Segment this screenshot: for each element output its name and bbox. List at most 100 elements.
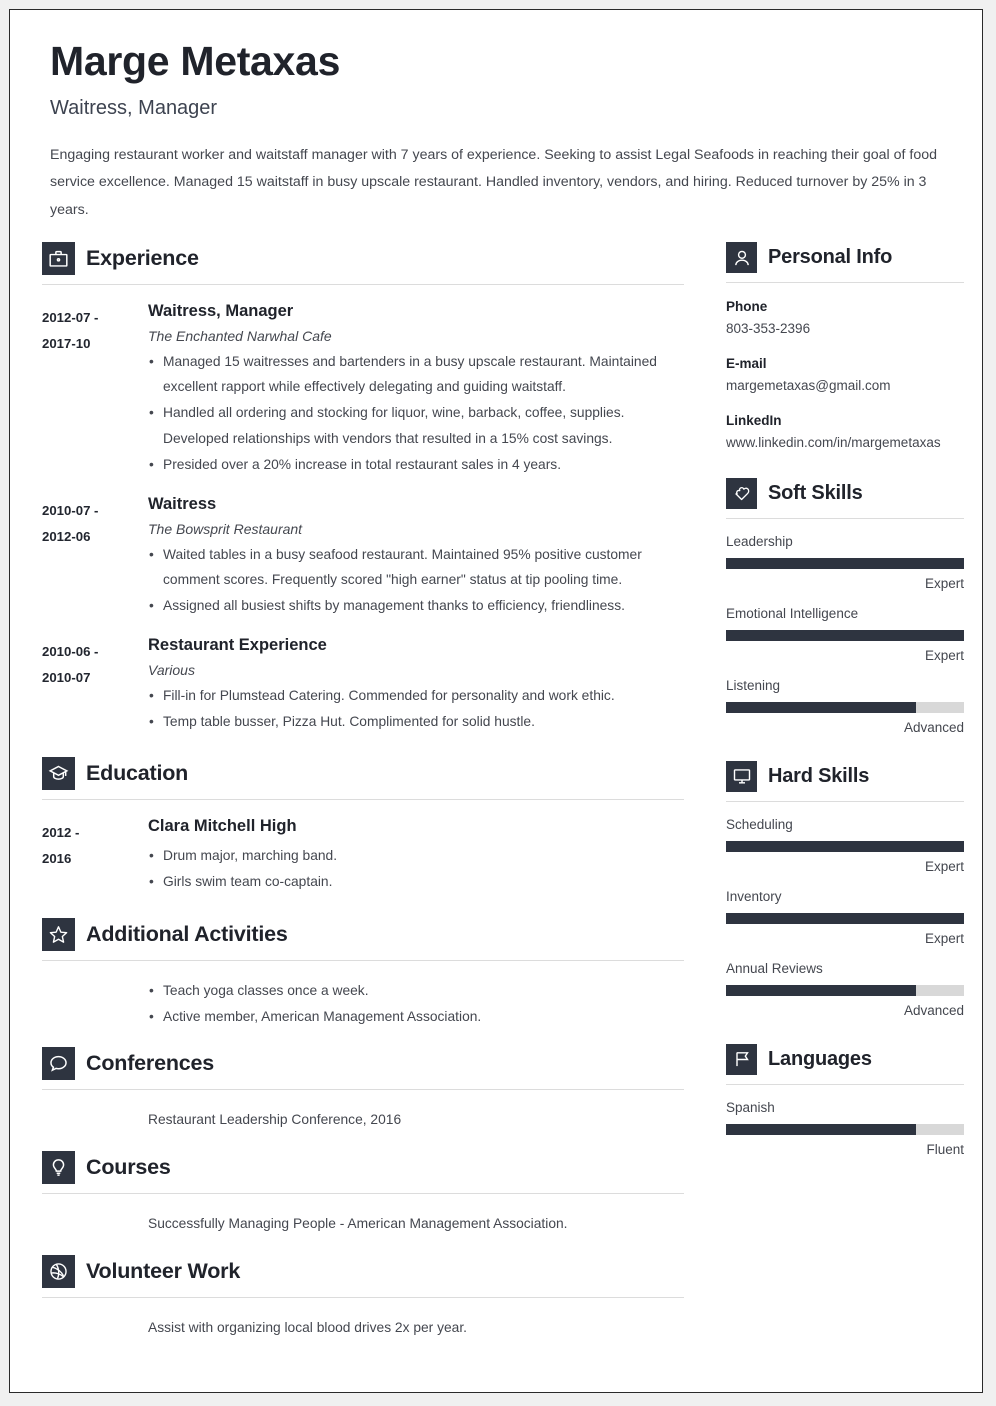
person-icon <box>726 242 757 274</box>
skill-item: Annual Reviews Advanced <box>726 961 964 1018</box>
course-line: Successfully Managing People - American … <box>148 1215 568 1231</box>
section-title: Additional Activities <box>86 921 288 946</box>
section-experience: Experience 2012-07 - 2017-10 Waitress, M… <box>42 242 684 735</box>
list-item: Waited tables in a busy seafood restaura… <box>148 542 684 592</box>
entry-dates: 2010-06 - 2010-07 <box>42 636 148 735</box>
puzzle-heart-icon <box>726 477 757 509</box>
entry-school: Clara Mitchell High <box>148 817 297 836</box>
section-title: Volunteer Work <box>86 1259 241 1284</box>
section-conferences: Conferences Restaurant Leadership Confer… <box>42 1046 684 1132</box>
skill-bar-fill <box>726 912 964 924</box>
list-item: Assigned all busiest shifts by managemen… <box>148 593 684 618</box>
skill-level: Expert <box>924 930 964 946</box>
job-title: Waitress, Manager <box>50 97 218 120</box>
list-item: Managed 15 waitresses and bartenders in … <box>148 349 684 399</box>
list-item: Presided over a 20% increase in total re… <box>148 452 684 477</box>
skill-level: Advanced <box>903 719 964 735</box>
info-field-email: E-mail margemetaxas@gmail.com <box>726 356 964 397</box>
date-end: 2010-07 <box>42 669 91 685</box>
basketball-icon <box>42 1255 75 1289</box>
section-divider <box>726 282 964 284</box>
right-column: Personal Info Phone 803-353-2396 E-mail … <box>726 238 964 1157</box>
section-title: Personal Info <box>768 246 893 269</box>
courses-entry: Successfully Managing People - American … <box>42 1211 684 1236</box>
section-header: Volunteer Work <box>42 1255 684 1289</box>
entry-bullets: Fill-in for Plumstead Catering. Commende… <box>148 683 684 734</box>
section-title: Languages <box>768 1047 872 1070</box>
monitor-icon <box>726 760 757 792</box>
section-title: Soft Skills <box>768 481 863 504</box>
list-item: Drum major, marching band. <box>148 843 684 868</box>
section-divider <box>42 799 684 801</box>
info-field-phone: Phone 803-353-2396 <box>726 299 964 340</box>
experience-entry: 2010-07 - 2012-06 Waitress The Bowsprit … <box>42 495 684 619</box>
section-volunteer-work: Volunteer Work Assist with organizing lo… <box>42 1255 684 1340</box>
skill-bar-fill <box>726 1123 917 1135</box>
section-title: Conferences <box>86 1050 215 1075</box>
left-column: Experience 2012-07 - 2017-10 Waitress, M… <box>42 238 684 1340</box>
lightbulb-icon <box>42 1150 75 1184</box>
date-start: 2012-07 - <box>42 310 99 326</box>
entry-role: Waitress, Manager <box>148 302 294 321</box>
skill-name: Leadership <box>726 533 793 549</box>
section-header: Languages <box>726 1043 964 1075</box>
page-title: Marge Metaxas <box>50 38 341 84</box>
skill-bar-track <box>726 912 964 924</box>
section-title: Courses <box>86 1154 171 1179</box>
entry-role: Waitress <box>148 494 217 513</box>
skill-item: Inventory Expert <box>726 889 964 946</box>
graduation-cap-icon <box>42 757 75 791</box>
entry-dates: 2012-07 - 2017-10 <box>42 302 148 478</box>
info-value: 803-353-2396 <box>726 321 811 337</box>
skill-name: Listening <box>726 677 781 693</box>
info-label: Phone <box>726 299 768 315</box>
skill-level: Expert <box>924 575 964 591</box>
skill-bar-fill <box>726 629 964 641</box>
section-header: Soft Skills <box>726 477 964 509</box>
entry-organization: Various <box>148 662 195 679</box>
entry-role: Restaurant Experience <box>148 636 327 655</box>
section-title: Education <box>86 761 189 786</box>
skill-name: Scheduling <box>726 816 793 832</box>
skill-bar-track <box>726 557 964 569</box>
skill-bar-fill <box>726 557 964 569</box>
skill-bar-fill <box>726 984 917 996</box>
date-end: 2017-10 <box>42 336 91 351</box>
skill-item: Scheduling Expert <box>726 817 964 874</box>
skill-item: Emotional Intelligence Expert <box>726 606 964 663</box>
skill-bar-track <box>726 701 964 713</box>
section-header: Hard Skills <box>726 760 964 792</box>
skill-level: Advanced <box>903 1002 964 1018</box>
section-additional-activities: Additional Activities Teach yoga classes… <box>42 917 684 1030</box>
list-item: Teach yoga classes once a week. <box>148 978 684 1003</box>
experience-entry: 2010-06 - 2010-07 Restaurant Experience … <box>42 636 684 735</box>
section-header: Personal Info <box>726 242 964 274</box>
section-header: Conferences <box>42 1046 684 1080</box>
conference-line: Restaurant Leadership Conference, 2016 <box>148 1111 402 1127</box>
date-start: 2010-07 - <box>42 502 99 518</box>
section-divider <box>726 800 964 802</box>
section-hard-skills: Hard Skills Scheduling Expert Inventory … <box>726 760 964 1018</box>
skill-bar-fill <box>726 701 917 713</box>
education-entry: 2012 - 2016 Clara Mitchell High Drum maj… <box>42 817 684 895</box>
section-divider <box>42 959 684 961</box>
section-education: Education 2012 - 2016 Clara Mitchell Hig… <box>42 757 684 895</box>
section-divider <box>42 1297 684 1299</box>
section-header: Experience <box>42 242 684 276</box>
briefcase-icon <box>42 242 75 276</box>
section-title: Experience <box>86 246 199 271</box>
skill-bar-track <box>726 984 964 996</box>
section-soft-skills: Soft Skills Leadership Expert Emotional … <box>726 477 964 735</box>
info-label: LinkedIn <box>726 412 782 428</box>
section-divider <box>42 1192 684 1194</box>
info-value[interactable]: www.linkedin.com/in/margemetaxas <box>726 432 964 454</box>
section-courses: Courses Successfully Managing People - A… <box>42 1150 684 1236</box>
skill-name: Annual Reviews <box>726 960 823 976</box>
skill-level: Expert <box>924 647 964 663</box>
skill-bar-track <box>726 1123 964 1135</box>
skill-item: Spanish Fluent <box>726 1100 964 1157</box>
skill-level: Expert <box>924 858 964 874</box>
skill-name: Spanish <box>726 1099 775 1115</box>
list-item: Active member, American Management Assoc… <box>148 1004 684 1029</box>
star-icon <box>42 917 75 951</box>
